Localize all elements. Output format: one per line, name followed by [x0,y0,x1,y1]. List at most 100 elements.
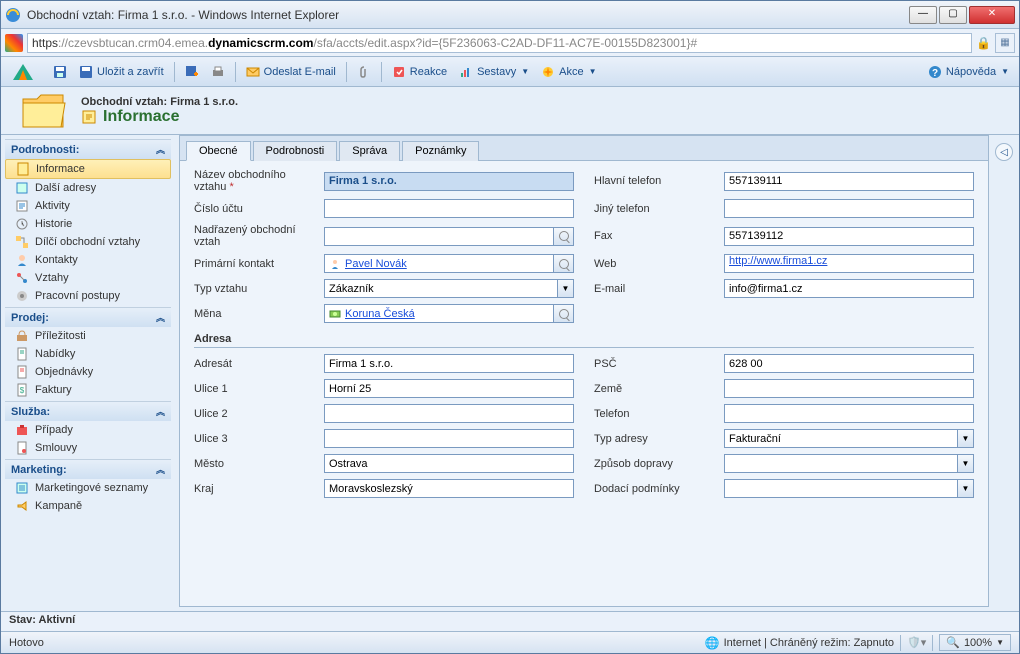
addrtype-select[interactable] [724,429,974,448]
save-new-button[interactable] [181,63,203,81]
sidebar-group-label: Marketing: [11,464,67,476]
sidebar-item-relations[interactable]: Vztahy [5,269,171,287]
accno-input[interactable] [324,199,574,218]
currency-lookup-button[interactable] [554,304,574,323]
currency-link[interactable]: Koruna Česká [345,308,415,320]
chevron-up-icon: ︽ [156,463,165,476]
reactions-button[interactable]: Reakce [388,63,451,81]
country-input[interactable] [724,379,974,398]
delivery-select[interactable] [724,479,974,498]
sidebar-group-sales[interactable]: Prodej:︽ [5,307,171,327]
reports-button[interactable]: Sestavy▼ [455,63,533,81]
url-host: dynamicscrm.com [208,36,313,50]
sidebar-group-marketing[interactable]: Marketing: ︽ [5,459,171,479]
sidebar-group-service[interactable]: Služba:︽ [5,401,171,421]
contact-link[interactable]: Pavel Novák [345,258,407,270]
send-email-label: Odeslat E-mail [264,66,336,78]
print-button[interactable] [207,63,229,81]
label-other-phone: Jiný telefon [594,203,704,215]
sidebar-item-subaccounts[interactable]: Dílčí obchodní vztahy [5,233,171,251]
sidebar-item-label: Kontakty [35,254,78,266]
main-phone-input[interactable] [724,172,974,191]
name-input[interactable] [324,172,574,191]
zip-input[interactable] [724,354,974,373]
order-icon [15,365,29,379]
sidebar-item-contacts[interactable]: Kontakty [5,251,171,269]
sidebar-item-quotes[interactable]: Nabídky [5,345,171,363]
fax-input[interactable] [724,227,974,246]
protected-mode-icon[interactable]: 🛡️▾ [907,636,926,649]
compat-view-button[interactable]: ▦ [995,33,1015,53]
region-input[interactable] [324,479,574,498]
contact-lookup-input[interactable]: Pavel Novák [324,254,554,273]
chevron-down-icon[interactable]: ▼ [957,480,973,497]
sidebar-item-label: Další adresy [35,182,96,194]
currency-icon [329,308,341,320]
address-bar: https://czevsbtucan.crm04.emea.dynamicsc… [1,29,1019,57]
info-icon [81,109,97,125]
sidebar-group-details[interactable]: Podrobnosti:︽ [5,139,171,159]
other-phone-input[interactable] [724,199,974,218]
collapse-right-button[interactable]: ◁ [995,143,1013,161]
contact-icon [15,253,29,267]
reltype-select[interactable] [324,279,574,298]
zoom-control[interactable]: 🔍100%▼ [939,634,1011,651]
tab-general[interactable]: Obecné [186,141,251,161]
quote-icon [15,347,29,361]
minimize-button[interactable]: — [909,6,937,24]
help-button[interactable]: ?Nápověda▼ [924,63,1013,81]
case-icon [15,423,29,437]
web-input[interactable]: http://www.firma1.cz [724,254,974,273]
parent-lookup-input[interactable] [324,227,554,246]
workflow-icon [15,289,29,303]
addressee-input[interactable] [324,354,574,373]
url-input[interactable]: https://czevsbtucan.crm04.emea.dynamicsc… [27,33,972,53]
tab-details[interactable]: Podrobnosti [253,141,338,161]
sidebar-item-activities[interactable]: Aktivity [5,197,171,215]
sidebar-item-contracts[interactable]: Smlouvy [5,439,171,457]
city-input[interactable] [324,454,574,473]
chevron-down-icon[interactable]: ▼ [557,280,573,297]
sidebar-item-addresses[interactable]: Další adresy [5,179,171,197]
chevron-down-icon[interactable]: ▼ [957,455,973,472]
save-close-button[interactable]: Uložit a zavřít [75,63,168,81]
relation-icon [15,271,29,285]
chevron-up-icon: ︽ [156,143,165,156]
street3-input[interactable] [324,429,574,448]
sidebar-item-opportunities[interactable]: Příležitosti [5,327,171,345]
sidebar-item-campaigns[interactable]: Kampaně [5,497,171,515]
label-fax: Fax [594,230,704,242]
sidebar-item-invoices[interactable]: $Faktury [5,381,171,399]
addr-phone-input[interactable] [724,404,974,423]
shipmethod-select[interactable] [724,454,974,473]
label-contact: Primární kontakt [194,258,304,270]
tab-admin[interactable]: Správa [339,141,400,161]
send-email-button[interactable]: Odeslat E-mail [242,63,340,81]
web-link[interactable]: http://www.firma1.cz [729,255,827,267]
attach-button[interactable] [353,63,375,81]
close-button[interactable]: ✕ [969,6,1015,24]
label-main-phone: Hlavní telefon [594,175,704,187]
svg-text:?: ? [932,68,938,79]
sidebar-item-history[interactable]: Historie [5,215,171,233]
sidebar-item-marketing-lists[interactable]: Marketingové seznamy [5,479,171,497]
actions-button[interactable]: Akce▼ [537,63,600,81]
sidebar-item-label: Příležitosti [35,330,86,342]
sidebar-item-informace[interactable]: Informace [5,159,171,179]
maximize-button[interactable]: ▢ [939,6,967,24]
email-input[interactable] [724,279,974,298]
save-button[interactable] [49,63,71,81]
sidebar-item-orders[interactable]: Objednávky [5,363,171,381]
sidebar-item-label: Případy [35,424,73,436]
label-currency: Měna [194,308,304,320]
parent-lookup-button[interactable] [554,227,574,246]
currency-lookup-input[interactable]: Koruna Česká [324,304,554,323]
contact-lookup-button[interactable] [554,254,574,273]
street1-input[interactable] [324,379,574,398]
tab-notes[interactable]: Poznámky [402,141,479,161]
sidebar-item-cases[interactable]: Případy [5,421,171,439]
chevron-down-icon[interactable]: ▼ [957,430,973,447]
sidebar-item-workflows[interactable]: Pracovní postupy [5,287,171,305]
street2-input[interactable] [324,404,574,423]
search-icon [559,259,569,269]
